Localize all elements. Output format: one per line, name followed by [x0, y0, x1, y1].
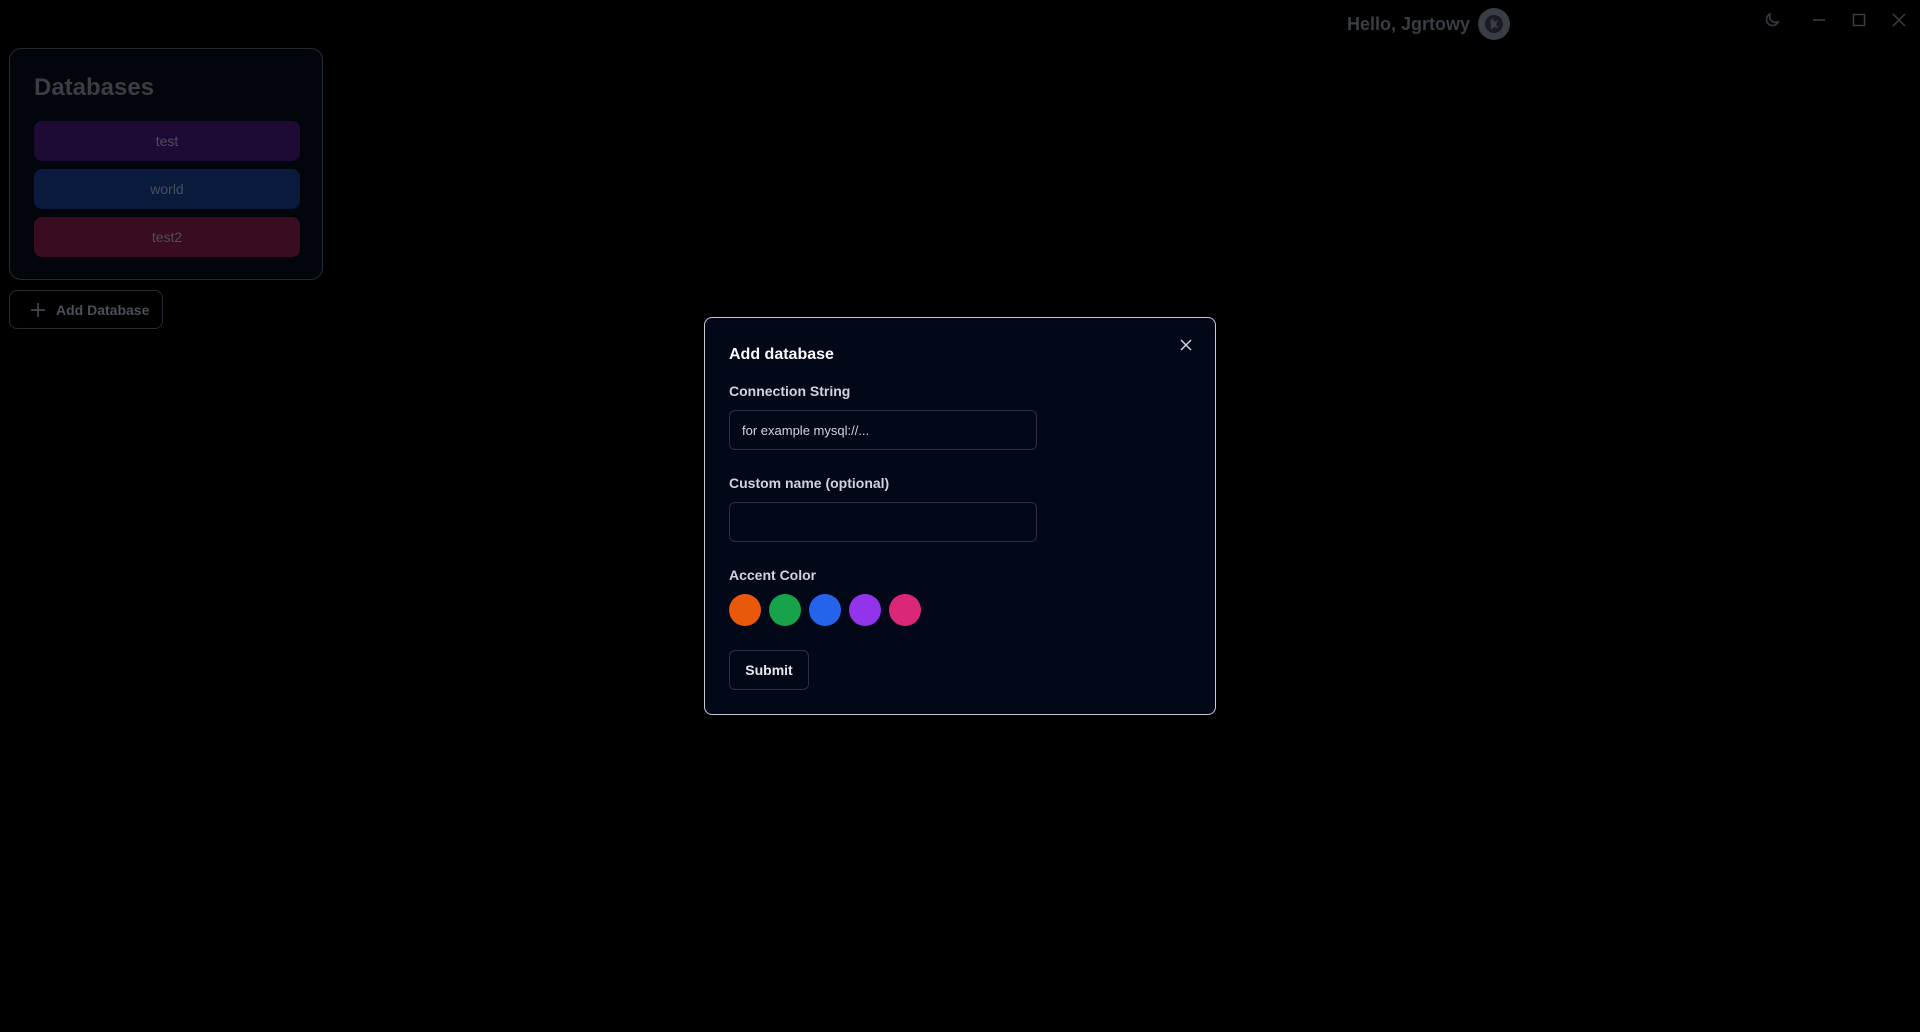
user-greeting: Hello, Jgrtowy	[1347, 8, 1510, 40]
accent-color-label: Accent Color	[729, 567, 817, 583]
database-item-label: world	[150, 181, 184, 197]
accent-color-green[interactable]	[769, 594, 801, 626]
theme-toggle-button[interactable]	[1752, 4, 1792, 36]
accent-color-orange[interactable]	[729, 594, 761, 626]
database-item-test2[interactable]: test2	[34, 217, 300, 257]
dialog-close-button[interactable]	[1175, 334, 1197, 356]
moon-icon	[1765, 12, 1780, 27]
close-icon	[1180, 339, 1192, 351]
accent-color-purple[interactable]	[849, 594, 881, 626]
avatar-icon	[1485, 15, 1503, 33]
dialog-title: Add database	[729, 346, 834, 363]
add-database-label: Add Database	[56, 301, 150, 318]
avatar[interactable]	[1478, 8, 1510, 40]
database-item-label: test2	[151, 229, 183, 245]
greeting-text: Hello, Jgrtowy	[1346, 13, 1470, 34]
close-icon	[1892, 13, 1906, 27]
custom-name-input[interactable]	[729, 502, 1037, 542]
database-item-world[interactable]: world	[34, 169, 300, 209]
app-window: Hello, Jgrtowy Databases test world test…	[0, 0, 1920, 1032]
accent-color-pink[interactable]	[889, 594, 921, 626]
minimize-button[interactable]	[1799, 4, 1839, 36]
accent-color-blue[interactable]	[809, 594, 841, 626]
accent-color-picker	[729, 594, 921, 626]
maximize-icon	[1852, 13, 1866, 27]
connection-string-input[interactable]	[729, 410, 1037, 450]
databases-title: Databases	[34, 74, 155, 101]
database-item-test[interactable]: test	[34, 121, 300, 161]
plus-icon	[31, 302, 45, 317]
maximize-button[interactable]	[1839, 4, 1879, 36]
minimize-icon	[1813, 19, 1825, 21]
add-database-dialog: Add database Connection String Custom na…	[704, 317, 1216, 715]
databases-panel: Databases test world test2	[9, 48, 323, 280]
submit-button[interactable]: Submit	[729, 650, 809, 690]
close-window-button[interactable]	[1879, 4, 1919, 36]
connection-string-label: Connection String	[729, 383, 851, 399]
add-database-button[interactable]: Add Database	[9, 290, 163, 329]
custom-name-label: Custom name (optional)	[729, 475, 890, 491]
database-item-label: test	[155, 133, 179, 149]
